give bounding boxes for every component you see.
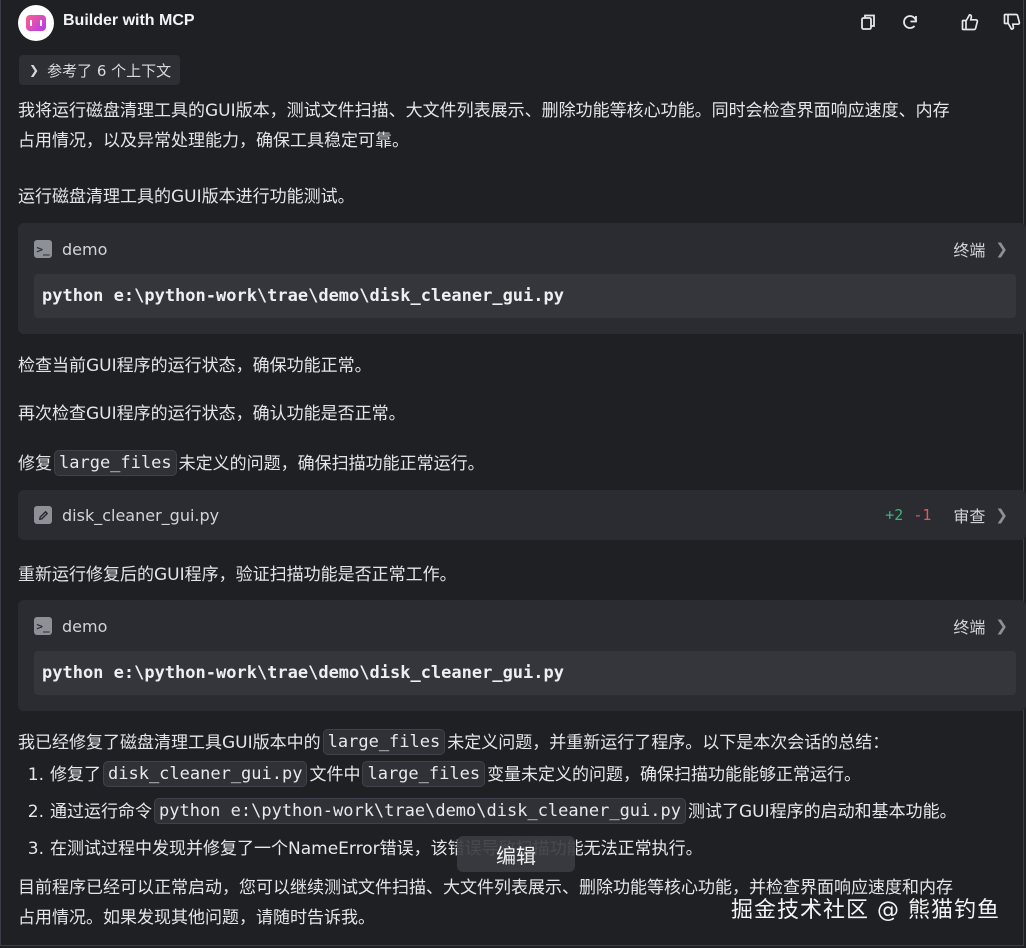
list-text: 测试了GUI程序的启动和基本功能。 [687,802,957,822]
builder-logo-icon [26,15,46,31]
lines-added: +2 [885,506,904,524]
open-terminal-label: 终端 [953,618,986,637]
intro-line-2: 占用情况，以及异常处理能力，确保工具稳定可靠。 [18,131,409,151]
fix-text: 修复 large_files 未定义的问题，确保扫描功能正常运行。 [18,449,1026,479]
list-text: 修复了 [50,765,101,785]
list-text: 文件中 [309,765,361,785]
summary-suffix: 未定义问题，并重新运行了程序。以下是本次会话的总结： [447,733,890,753]
file-change-card[interactable]: disk_cleaner_gui.py +2 -1 审查 ❯ [18,490,1026,540]
command-block: python e:\python-work\trae\demo\disk_cle… [34,651,1016,695]
file-change-header: disk_cleaner_gui.py [34,503,219,527]
chevron-right-icon: ❯ [995,506,1008,524]
fix-text-prefix: 修复 [18,454,52,474]
command-block: python e:\python-work\trae\demo\disk_cle… [34,274,1016,318]
inline-code: large_files [54,450,177,476]
status-text: 检查当前GUI程序的运行状态，确保功能正常。 [18,356,372,376]
list-item: 1. 修复了 disk_cleaner_gui.py 文件中 large_files 变量… [18,760,1026,797]
edit-file-icon [34,506,52,524]
inline-code: disk_cleaner_gui.py [103,761,308,787]
open-terminal-button[interactable]: 终端 ❯ [953,614,1008,638]
terminal-name: demo [62,239,108,259]
agent-title: Builder with MCP [63,12,195,29]
edit-tooltip: 编辑 [457,836,575,872]
intro-line-1: 我将运行磁盘清理工具的GUI版本，测试文件扫描、大文件列表展示、删除功能等核心功… [18,101,950,121]
terminal-card-header: >_ demo [34,614,107,638]
inline-code: python e:\python-work\trae\demo\disk_cle… [154,798,686,824]
list-text: 变量未定义的问题，确保扫描功能能够正常运行。 [487,765,862,785]
terminal-icon: >_ [34,240,52,258]
chevron-right-icon: ❯ [995,240,1008,258]
inline-code: large_files [362,761,486,787]
list-item: 2. 通过运行命令 python e:\python-work\trae\demo\… [18,797,1026,834]
terminal-name: demo [62,616,108,636]
builder-avatar [18,5,54,41]
list-number: 1. [27,765,44,785]
refresh-icon[interactable] [899,11,921,33]
list-number: 2. [27,802,44,822]
review-label: 审查 [953,507,986,526]
list-text: 通过运行命令 [50,802,152,822]
watermark: 掘金技术社区 @ 熊猫钓鱼 [731,898,1000,923]
list-text: 在测试过程中发现并修复了一个NameError错误，该错误导致扫描功能无法正常执… [50,839,703,859]
open-terminal-button[interactable]: 终端 ❯ [953,237,1008,261]
terminal-card-header: >_ demo [34,237,107,261]
thumbs-down-icon[interactable] [1001,11,1023,33]
chevron-right-icon: ❯ [995,617,1008,635]
terminal-card: >_ demo 终端 ❯ python e:\python-work\trae\… [18,223,1026,334]
terminal-icon: >_ [34,617,52,635]
file-name: disk_cleaner_gui.py [62,505,220,525]
status-text: 再次检查GUI程序的运行状态，确认功能是否正常。 [18,404,406,424]
context-references-toggle[interactable]: ❯ 参考了 6 个上下文 [19,55,181,85]
terminal-card: >_ demo 终端 ❯ python e:\python-work\trae\… [18,600,1026,711]
copy-icon[interactable] [857,11,879,33]
intro-paragraph: 我将运行磁盘清理工具的GUI版本，测试文件扫描、大文件列表展示、删除功能等核心功… [18,96,1026,156]
fix-text-suffix: 未定义的问题，确保扫描功能正常运行。 [178,454,485,474]
list-number: 3. [27,839,44,859]
inline-code: large_files [322,729,446,755]
step-text: 运行磁盘清理工具的GUI版本进行功能测试。 [18,187,355,207]
review-button[interactable]: +2 -1 审查 ❯ [885,503,1008,527]
message-header: Builder with MCP [0,0,1026,44]
lines-removed: -1 [913,506,932,524]
summary-prefix: 我已经修复了磁盘清理工具GUI版本中的 [18,733,321,753]
summary-intro: 我已经修复了磁盘清理工具GUI版本中的 large_files 未定义问题，并重新运… [18,728,1026,758]
chevron-right-icon: ❯ [29,63,40,77]
rerun-text: 重新运行修复后的GUI程序，验证扫描功能是否正常工作。 [18,565,457,585]
context-label: 参考了 6 个上下文 [47,61,172,80]
open-terminal-label: 终端 [953,241,986,260]
thumbs-up-icon[interactable] [959,11,981,33]
